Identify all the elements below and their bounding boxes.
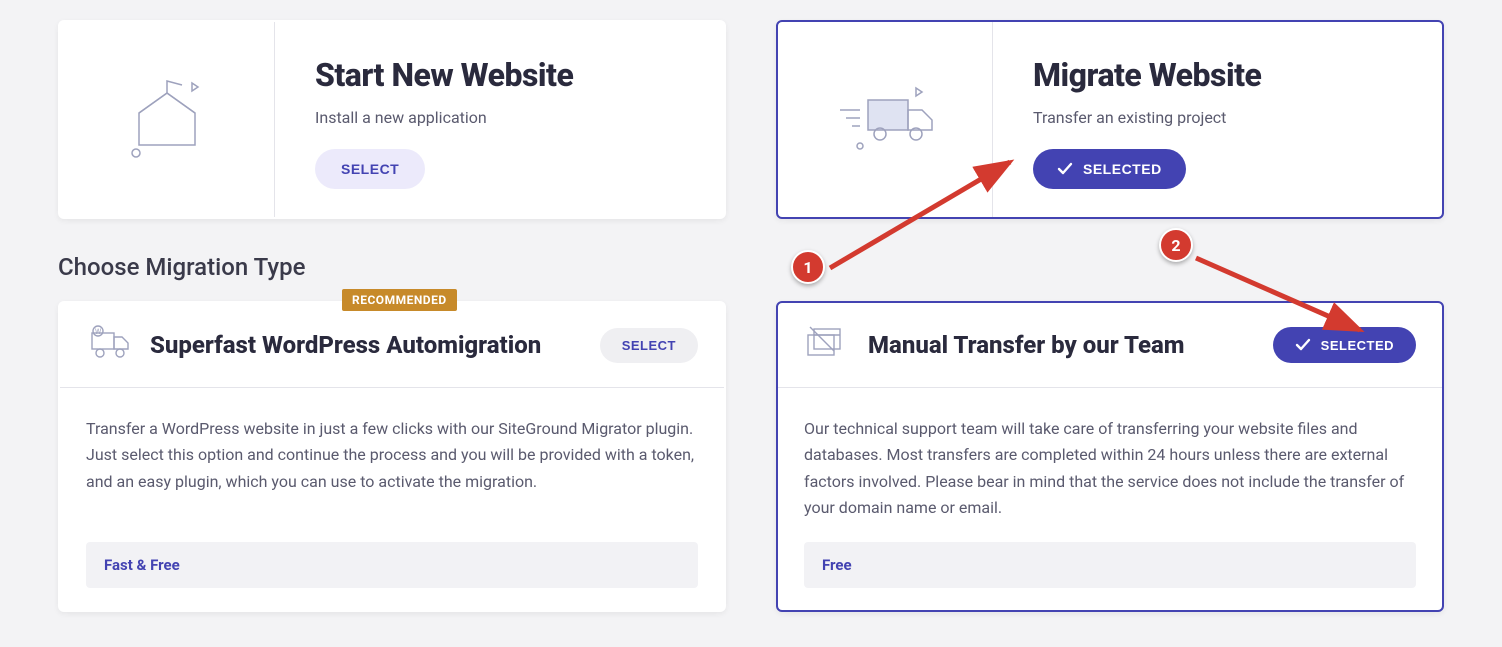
selected-manual-button[interactable]: SELECTED [1273,327,1416,363]
wand-windows-icon [804,325,850,365]
migration-price-automigration: Fast & Free [86,542,698,588]
check-icon [1295,337,1311,353]
migration-card-automigration[interactable]: RECOMMENDED W Superfast WordPress Automi… [58,301,726,612]
migration-head-automigration: W Superfast WordPress Automigration SELE… [60,303,724,388]
section-heading-migration-type: Choose Migration Type [58,253,1502,281]
option-subtitle-start-new: Install a new application [315,108,694,127]
select-automigration-label: SELECT [622,338,676,353]
check-icon [1057,161,1073,177]
migration-type-grid: RECOMMENDED W Superfast WordPress Automi… [0,301,1502,612]
migration-desc-automigration: Transfer a WordPress website in just a f… [60,388,724,542]
option-body-migrate: Migrate Website Transfer an existing pro… [993,22,1442,217]
migration-desc-manual: Our technical support team will take car… [778,388,1442,542]
select-automigration-button[interactable]: SELECT [600,328,698,363]
migration-title-manual: Manual Transfer by our Team [868,331,1255,359]
option-body-start-new: Start New Website Install a new applicat… [275,22,724,217]
migration-head-manual: Manual Transfer by our Team SELECTED [778,303,1442,388]
option-card-migrate[interactable]: Migrate Website Transfer an existing pro… [776,20,1444,219]
selected-migrate-label: SELECTED [1083,161,1162,177]
wordpress-truck-icon: W [86,325,132,365]
select-start-new-label: SELECT [341,161,399,177]
migration-title-automigration: Superfast WordPress Automigration [150,331,582,359]
select-start-new-button[interactable]: SELECT [315,149,425,189]
selected-migrate-button[interactable]: SELECTED [1033,149,1186,189]
migration-card-manual[interactable]: Manual Transfer by our Team SELECTED Our… [776,301,1444,612]
option-subtitle-migrate: Transfer an existing project [1033,108,1412,127]
recommended-badge: RECOMMENDED [342,289,457,311]
svg-text:W: W [95,328,102,336]
option-title-migrate: Migrate Website [1033,56,1412,94]
migration-price-manual: Free [804,542,1416,588]
option-card-start-new[interactable]: Start New Website Install a new applicat… [58,20,726,219]
selected-manual-label: SELECTED [1321,338,1394,353]
moving-truck-icon [778,22,993,217]
top-options-grid: Start New Website Install a new applicat… [0,0,1502,219]
option-title-start-new: Start New Website [315,56,694,94]
box-house-icon [60,22,275,217]
